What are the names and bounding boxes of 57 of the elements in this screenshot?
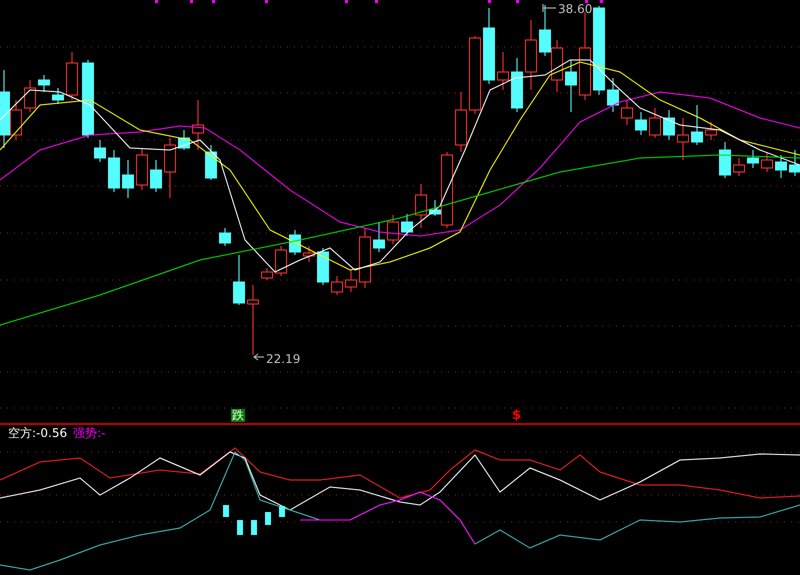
candlestick [66, 52, 78, 100]
candlestick [205, 144, 217, 180]
candlestick [136, 148, 148, 190]
candlestick [331, 276, 343, 296]
candlestick [289, 230, 301, 256]
candlestick [164, 138, 176, 198]
candlestick [677, 118, 689, 160]
candlestick [122, 160, 134, 198]
candlestick [359, 228, 371, 288]
candlestick [373, 222, 385, 252]
candlestick [261, 268, 273, 280]
candlestick [108, 150, 120, 192]
candlestick [649, 108, 661, 138]
candlestick [275, 246, 287, 276]
candlestick [511, 58, 523, 112]
candlestick [178, 130, 190, 150]
candlestick [747, 150, 759, 168]
candlestick [525, 20, 537, 90]
candlestick [621, 100, 633, 126]
candlestick [497, 52, 509, 90]
high-price-label: 38.60 [558, 1, 592, 17]
candlestick [565, 60, 577, 112]
candlestick [303, 246, 315, 262]
candlestick [789, 150, 800, 176]
fall-signal-label: 跌 [231, 409, 245, 422]
candlestick [401, 214, 413, 236]
candlestick [719, 142, 731, 178]
low-price-label: 22.19 [266, 351, 300, 367]
candlestick [607, 78, 619, 112]
candlestick [733, 158, 745, 176]
candlestick [775, 154, 787, 178]
candlestick [24, 80, 36, 112]
candlestick [192, 100, 204, 150]
candlestick [38, 74, 50, 92]
candlestick [455, 92, 467, 152]
indicator-bar-drawing [223, 505, 285, 535]
candlestick [705, 122, 717, 140]
candlestick [387, 214, 399, 244]
candlestick [233, 254, 245, 306]
indicator-legend-text: 强势:- [73, 425, 106, 441]
candlestick [247, 284, 259, 356]
candlestick [691, 104, 703, 146]
candlestick [345, 270, 357, 292]
candlestick [219, 228, 231, 246]
dollar-signal-label: $ [512, 409, 522, 422]
candlestick [663, 110, 675, 140]
candlestick [317, 248, 329, 286]
candlestick [52, 88, 64, 104]
candlestick [635, 112, 647, 136]
indicator-legend-text: 空方:-0.56 [8, 425, 68, 441]
candlestick [150, 160, 162, 192]
candlestick [539, 4, 551, 56]
candlestick [551, 40, 563, 92]
leader-line [542, 4, 556, 12]
candlestick [761, 152, 773, 172]
candlestick [415, 184, 427, 228]
leader-line [253, 354, 264, 360]
